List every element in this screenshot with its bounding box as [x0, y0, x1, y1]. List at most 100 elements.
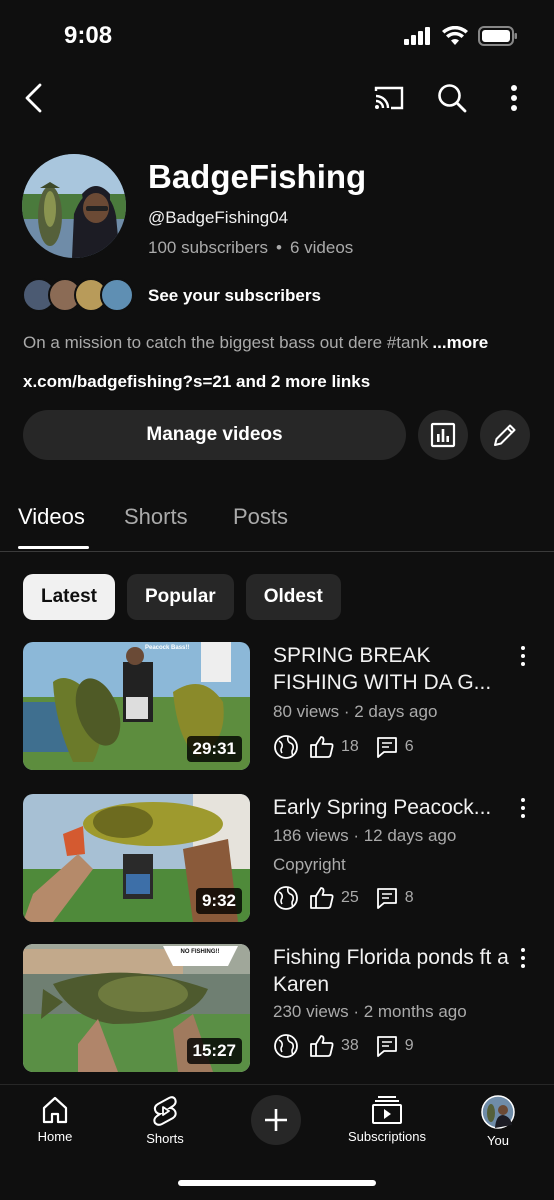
nav-home-label: Home — [37, 1129, 73, 1144]
channel-links[interactable]: x.com/badgefishing?s=21 and 2 more links — [23, 372, 370, 392]
chip-popular[interactable]: Popular — [126, 574, 234, 620]
tab-posts[interactable]: Posts — [233, 504, 288, 530]
channel-actions: Manage videos — [23, 410, 533, 462]
cast-button[interactable] — [369, 78, 409, 118]
nav-you[interactable]: You — [443, 1095, 553, 1148]
stats-separator: • — [276, 238, 282, 257]
video-thumbnail[interactable]: NO FISHING!! 15:27 — [23, 944, 250, 1072]
nav-subscriptions[interactable]: Subscriptions — [332, 1095, 442, 1144]
manage-videos-button[interactable]: Manage videos — [23, 410, 406, 460]
video-stats: 25 8 — [273, 885, 414, 911]
video-more-button[interactable] — [513, 948, 533, 972]
create-button[interactable] — [251, 1095, 301, 1145]
plus-icon — [265, 1109, 287, 1131]
tab-videos[interactable]: Videos — [18, 504, 85, 530]
sort-chips: Latest Popular Oldest — [23, 574, 341, 620]
chip-latest[interactable]: Latest — [23, 574, 115, 620]
video-title[interactable]: SPRING BREAK FISHING WITH DA G... — [273, 642, 513, 696]
channel-stats: 100 subscribers • 6 videos — [148, 238, 353, 258]
comment-count: 8 — [404, 889, 414, 906]
channel-handle: @BadgeFishing04 — [148, 208, 289, 227]
video-count: 6 videos — [289, 238, 354, 257]
video-copyright-notice[interactable]: Copyright — [273, 855, 346, 875]
comment-icon — [376, 737, 397, 758]
see-subscribers-link[interactable]: See your subscribers — [148, 286, 321, 306]
video-meta: 230 views · 2 months ago — [273, 1002, 467, 1021]
likes: 25 — [309, 886, 359, 910]
video-thumbnail[interactable]: Peacock Bass!! 29:31 — [23, 642, 250, 770]
home-icon — [42, 1096, 68, 1124]
more-options-button[interactable] — [494, 78, 534, 118]
thumbnail-caption: Peacock Bass!! — [145, 645, 189, 651]
video-meta: 186 views · 12 days ago — [273, 826, 457, 845]
nav-home[interactable]: Home — [0, 1095, 110, 1144]
avatar — [481, 1095, 515, 1129]
chip-oldest[interactable]: Oldest — [245, 574, 341, 620]
subscriber-avatar — [100, 278, 134, 312]
subscriber-avatars — [22, 278, 138, 314]
back-button[interactable] — [14, 78, 54, 118]
video-duration: 15:27 — [186, 1038, 242, 1064]
cast-icon — [374, 86, 404, 110]
channel-name: BadgeFishing — [148, 158, 367, 195]
video-title[interactable]: Fishing Florida ponds ft a Karen — [273, 944, 513, 998]
video-more-button[interactable] — [513, 646, 533, 670]
comment-count: 6 — [404, 738, 414, 755]
comments: 8 — [375, 886, 414, 910]
battery-icon — [478, 26, 517, 46]
thumb-up-icon — [310, 1035, 334, 1057]
signal-icon — [404, 27, 430, 45]
channel-tabs: Videos Shorts Posts — [0, 496, 554, 552]
video-meta: 80 views · 2 days ago — [273, 702, 438, 721]
video-title[interactable]: Early Spring Peacock... — [273, 794, 513, 821]
more-vert-icon — [511, 85, 517, 111]
globe-icon — [274, 735, 298, 759]
globe-icon — [274, 1034, 298, 1058]
video-duration: 9:32 — [195, 888, 242, 914]
subscriber-count: 100 subscribers — [148, 238, 269, 257]
comment-count: 9 — [404, 1037, 414, 1054]
video-duration: 29:31 — [186, 736, 242, 762]
comment-icon — [376, 888, 397, 909]
active-tab-indicator — [18, 546, 89, 549]
tab-shorts[interactable]: Shorts — [124, 504, 188, 530]
analytics-icon — [430, 422, 456, 448]
home-indicator — [178, 1180, 376, 1186]
video-item[interactable]: 9:32 Early Spring Peacock... 186 views ·… — [23, 794, 533, 924]
video-item[interactable]: NO FISHING!! 15:27 Fishing Florida ponds… — [23, 944, 533, 1074]
status-bar: 9:08 — [0, 0, 554, 70]
nav-subscriptions-label: Subscriptions — [347, 1129, 427, 1144]
video-thumbnail[interactable]: 9:32 — [23, 794, 250, 922]
edit-pencil-icon — [494, 424, 516, 446]
comment-icon — [376, 1036, 397, 1057]
bio-more-link[interactable]: ...more — [432, 333, 488, 352]
thumbnail-caption: NO FISHING!! — [181, 949, 220, 955]
bio-text: On a mission to catch the biggest bass o… — [23, 333, 429, 352]
channel-bio[interactable]: On a mission to catch the biggest bass o… — [23, 333, 533, 353]
thumb-up-icon — [310, 887, 334, 909]
analytics-button[interactable] — [418, 410, 468, 460]
search-button[interactable] — [432, 78, 472, 118]
edit-channel-button[interactable] — [480, 410, 530, 460]
thumb-up-icon — [310, 736, 334, 758]
video-stats: 38 9 — [273, 1033, 414, 1059]
video-item[interactable]: Peacock Bass!! 29:31 SPRING BREAK FISHIN… — [23, 642, 533, 772]
likes: 38 — [309, 1034, 359, 1058]
top-app-bar — [0, 70, 554, 128]
comments: 6 — [375, 735, 414, 759]
like-count: 18 — [341, 738, 359, 755]
status-icons — [404, 26, 518, 46]
video-more-button[interactable] — [513, 798, 533, 822]
channel-avatar[interactable] — [22, 154, 126, 258]
subscriptions-icon — [372, 1096, 402, 1124]
back-icon — [25, 83, 42, 113]
likes: 18 — [309, 735, 359, 759]
status-time: 9:08 — [64, 22, 113, 49]
wifi-icon — [442, 26, 468, 45]
see-subscribers-row[interactable]: See your subscribers — [22, 278, 321, 314]
nav-you-label: You — [487, 1133, 509, 1148]
shorts-icon — [153, 1096, 177, 1126]
nav-shorts[interactable]: Shorts — [110, 1095, 220, 1146]
comments: 9 — [375, 1034, 414, 1058]
globe-icon — [274, 886, 298, 910]
